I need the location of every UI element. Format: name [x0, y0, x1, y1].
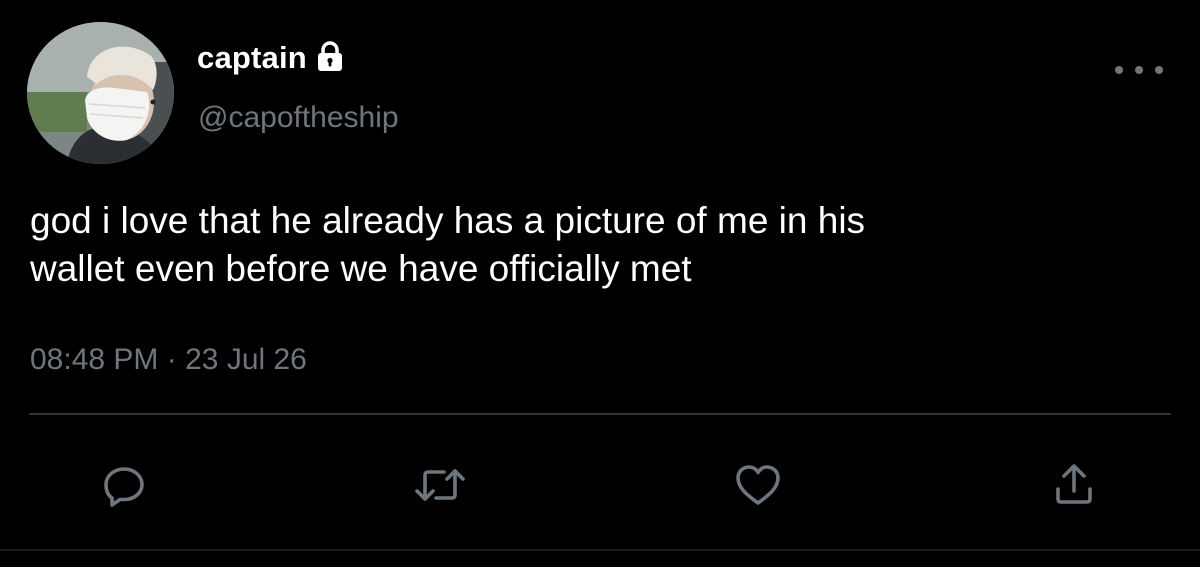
tweet-time: 08:48 PM: [30, 343, 159, 376]
tweet-text-line: wallet even before we have officially me…: [30, 248, 692, 289]
share-button[interactable]: [1044, 455, 1104, 515]
tweet-timestamp[interactable]: 08:48 PM · 23 Jul 26: [30, 340, 307, 380]
retweet-button[interactable]: [410, 455, 470, 515]
divider: [29, 413, 1171, 415]
more-dot: [1115, 66, 1123, 74]
reply-icon: [104, 467, 144, 507]
tweet-text-line: god i love that he already has a picture…: [30, 200, 866, 241]
avatar[interactable]: [27, 22, 174, 164]
more-dot: [1155, 66, 1163, 74]
bottom-divider: [0, 549, 1200, 551]
share-icon: [1056, 464, 1092, 504]
retweet-icon: [415, 469, 465, 501]
reply-button[interactable]: [94, 455, 154, 515]
heart-icon: [736, 465, 780, 505]
avatar-image: [27, 22, 174, 164]
display-name-row: captain: [197, 38, 345, 78]
tweet-text: god i love that he already has a picture…: [30, 197, 1170, 293]
action-bar: [0, 455, 1200, 515]
like-button[interactable]: [728, 455, 788, 515]
tweet-card: captain @capoftheship god i love that he…: [0, 0, 1200, 567]
tweet-date: 23 Jul 26: [185, 343, 307, 376]
more-dot: [1135, 66, 1143, 74]
meta-separator: ·: [166, 343, 177, 376]
more-icon[interactable]: [1115, 58, 1163, 82]
display-name[interactable]: captain: [197, 38, 307, 78]
user-handle[interactable]: @capoftheship: [198, 100, 399, 136]
lock-icon: [317, 41, 342, 71]
